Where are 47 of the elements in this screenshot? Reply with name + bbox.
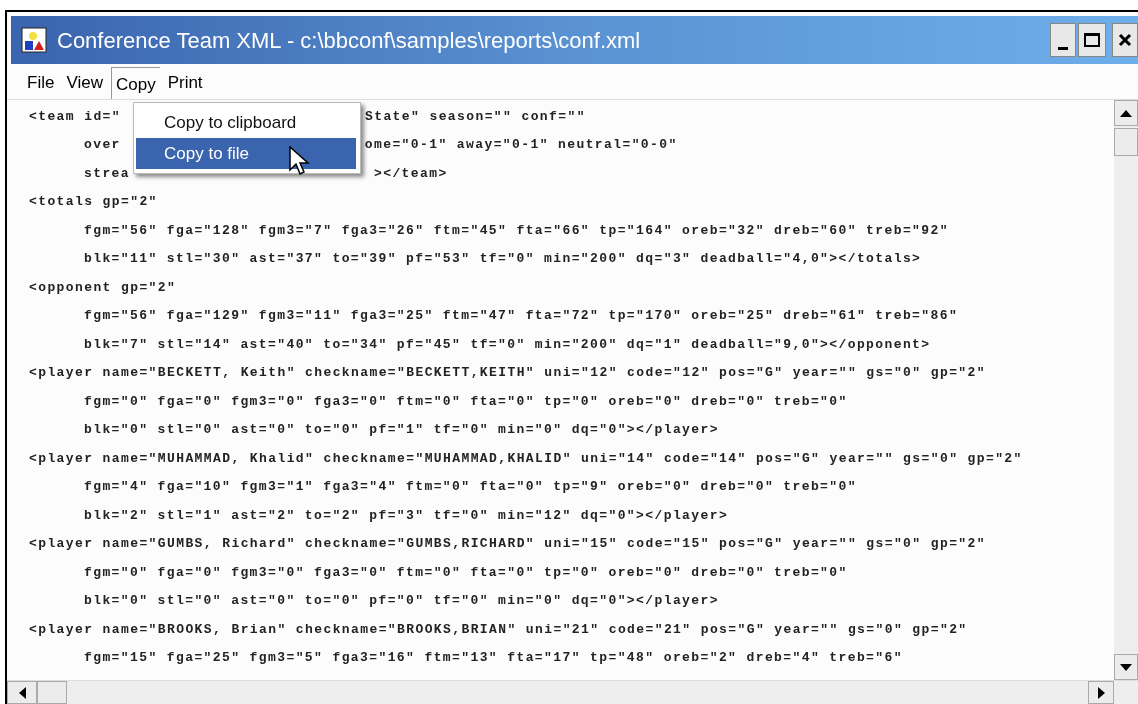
code-line: <opponent gp="2": [29, 278, 177, 297]
scroll-down-button[interactable]: [1114, 654, 1138, 680]
code-line: over: [84, 136, 121, 154]
code-line: blk="11" stl="30" ast="37" to="39" pf="53" tf="0" min="200" dq="3" deadball="4,0"></totals>: [84, 250, 922, 268]
close-button[interactable]: [1112, 23, 1138, 57]
maximize-button[interactable]: [1078, 23, 1106, 57]
scroll-up-button[interactable]: [1114, 100, 1138, 126]
code-line: fgm="56" fga="129" fgm3="11" fga3="25" ftm="47" fta="72" tp="170" oreb="25" dreb="61" treb="86": [84, 307, 959, 325]
code-line: blk="2" stl="1" ast="2" to="2" pf="3" tf="0" min="12" dq="0"></player>: [84, 506, 729, 525]
left-arrow-icon: [18, 686, 26, 699]
code-line: fgm="56" fga="128" fgm3="7" fga3="26" ftm="45" fta="66" tp="164" oreb="32" dreb="60" treb="92": [84, 221, 949, 240]
code-line: blk="7" stl="14" ast="40" to="34" pf="45" tf="0" min="200" dq="1" deadball="9,0"></opponent>: [84, 335, 931, 354]
menu-item[interactable]: Print: [163, 67, 207, 99]
scroll-thumb[interactable]: [37, 681, 67, 704]
code-line: blk="0" stl="0" ast="0" to="0" pf="0" tf="0" min="0" dq="0"></player>: [84, 592, 719, 610]
up-arrow-icon: [1120, 109, 1132, 117]
scroll-left-button[interactable]: [7, 681, 37, 704]
minimize-button[interactable]: [1050, 23, 1076, 57]
right-arrow-icon: [1097, 686, 1105, 699]
down-arrow-icon: [1120, 663, 1132, 671]
menu-option[interactable]: Copy to file: [136, 138, 356, 169]
code-line: fgm="0" fga="0" fgm3="0" fga3="0" ftm="0" fta="0" tp="0" oreb="0" dreb="0" treb="0": [84, 563, 848, 582]
code-line: fgm="15" fga="25" fgm3="5" fga3="16" ftm="13" fta="17" tp="48" oreb="2" dreb="4" treb="6": [84, 649, 903, 667]
close-icon: [1118, 33, 1132, 47]
code-line: <player name="MUHAMMAD, Khalid" checkname="MUHAMMAD,KHALID" uni="14" code="14" pos="G" year="" gs="0" gp="2": [29, 449, 1023, 468]
code-line: <team id=": [29, 107, 121, 126]
horizontal-scrollbar[interactable]: [7, 680, 1138, 704]
menu-item[interactable]: Copy: [110, 67, 160, 99]
code-line: State" season="" conf="": [365, 107, 586, 126]
menu-item[interactable]: View: [62, 67, 107, 99]
code-line: <totals gp="2": [29, 193, 158, 211]
code-line: fgm="4" fga="10" fgm3="1" fga3="4" ftm="0" fta="0" tp="9" oreb="0" dreb="0" treb="0": [84, 478, 857, 496]
code-line: blk="0" stl="0" ast="0" to="0" pf="1" tf="0" min="0" dq="0"></player>: [84, 421, 719, 439]
code-line: <player name="BROOKS, Brian" checkname="BROOKS,BRIAN" uni="21" code="21" pos="G" year="" gs="0" gp="2": [29, 620, 968, 639]
code-line: strea: [84, 164, 130, 183]
code-line: ome="0-1" away="0-1" neutral="0-0": [364, 136, 678, 154]
code-line: <player name="BECKETT, Keith" checkname="BECKETT,KEITH" uni="12" code="12" pos="G" year="" gs="0" gp="2": [29, 364, 986, 382]
code-line: <player name="GUMBS, Richard" checkname="GUMBS,RICHARD" uni="15" code="15" pos="G" year="" gs="0" gp="2": [29, 535, 986, 553]
app-icon: [21, 27, 47, 53]
menu-item[interactable]: File: [23, 67, 59, 99]
menu-option[interactable]: Copy to clipboard: [136, 107, 356, 138]
scroll-right-button[interactable]: [1088, 681, 1114, 704]
scroll-thumb[interactable]: [1114, 128, 1138, 156]
code-line: ></team>: [374, 164, 448, 183]
window-title: Conference Team XML - c:\bbconf\samples\reports\conf.xml: [57, 26, 641, 55]
vertical-scrollbar[interactable]: [1114, 100, 1138, 680]
code-line: fgm="0" fga="0" fgm3="0" fga3="0" ftm="0" fta="0" tp="0" oreb="0" dreb="0" treb="0": [84, 392, 848, 411]
